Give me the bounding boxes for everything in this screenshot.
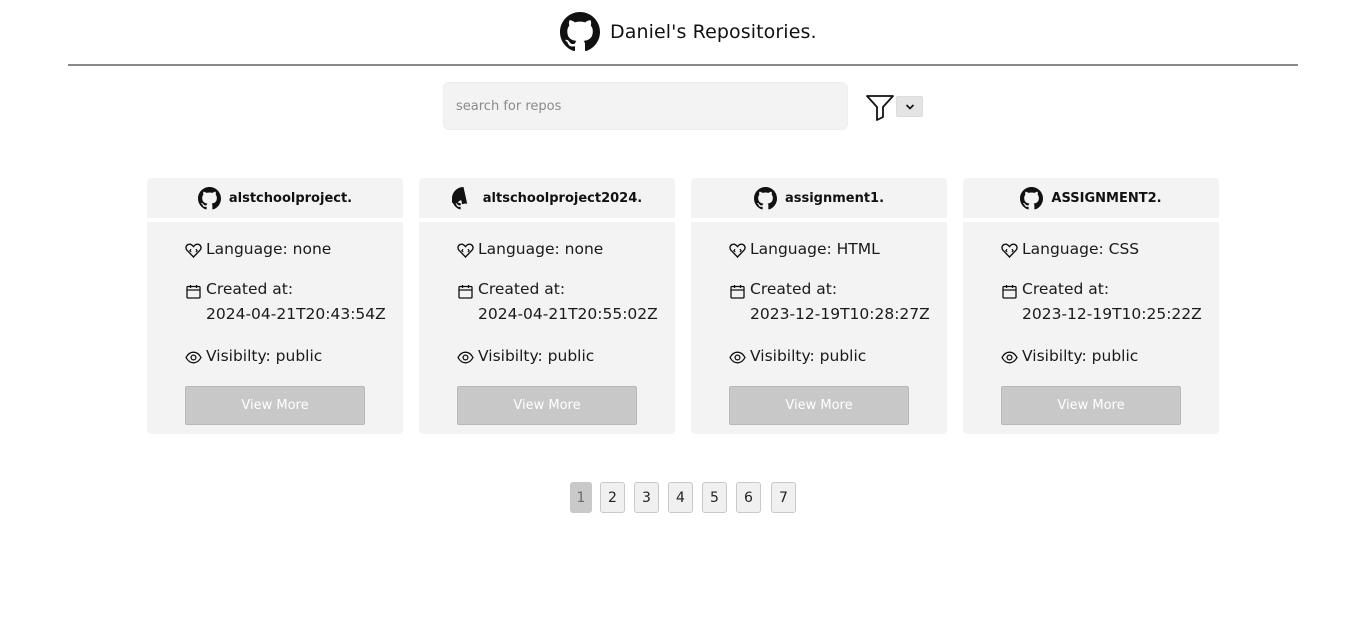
calendar-icon	[729, 283, 746, 300]
page-button-3[interactable]: 3	[634, 482, 659, 513]
repo-created: Created at: 2024-04-21T20:55:02Z	[457, 280, 658, 327]
heart-code-icon	[457, 242, 474, 259]
repo-created-label: Created at:	[478, 280, 566, 298]
page-button-2[interactable]: 2	[600, 482, 625, 513]
repo-visibility: Visibilty: public	[729, 347, 866, 366]
repo-card-header: alstchoolproject.	[147, 178, 403, 218]
repo-card-body: Language: HTML Created at: 2023-12-19T10…	[691, 222, 947, 434]
github-icon	[197, 186, 221, 210]
repo-created: Created at: 2023-12-19T10:25:22Z	[1001, 280, 1202, 327]
filter-icon[interactable]	[865, 93, 895, 121]
heart-code-icon	[729, 242, 746, 259]
repo-card: ASSIGNMENT2. Language: CSS Created at: 2…	[963, 178, 1219, 434]
chevron-down-icon	[905, 103, 914, 110]
repo-created-label: Created at:	[750, 280, 838, 298]
repo-visibility: Visibilty: public	[457, 347, 594, 366]
repo-visibility-text: Visibilty: public	[1022, 347, 1139, 365]
repo-visibility: Visibilty: public	[1001, 347, 1138, 366]
heart-code-icon	[1001, 242, 1018, 259]
eye-icon	[457, 349, 474, 366]
repo-language: Language: CSS	[1001, 240, 1139, 259]
repo-visibility-text: Visibilty: public	[206, 347, 323, 365]
repo-language-text: Language: HTML	[750, 240, 880, 258]
repo-card: alstchoolproject. Language: none Created…	[147, 178, 403, 434]
calendar-icon	[1001, 283, 1018, 300]
repo-visibility-text: Visibilty: public	[478, 347, 595, 365]
repo-card-body: Language: CSS Created at: 2023-12-19T10:…	[963, 222, 1219, 434]
search-bar	[443, 82, 933, 130]
view-more-button[interactable]: View More	[729, 386, 909, 425]
page-button-6[interactable]: 6	[736, 482, 761, 513]
page-button-1[interactable]: 1	[570, 482, 592, 513]
calendar-icon	[185, 283, 202, 300]
github-icon	[560, 12, 600, 52]
eye-icon	[729, 349, 746, 366]
repo-created-label: Created at:	[1022, 280, 1110, 298]
repo-card-body: Language: none Created at: 2024-04-21T20…	[147, 222, 403, 434]
repo-card-body: Language: none Created at: 2024-04-21T20…	[419, 222, 675, 434]
page-title: Daniel's Repositories.	[610, 21, 817, 43]
repo-language-text: Language: none	[478, 240, 604, 258]
search-input[interactable]	[443, 82, 848, 130]
github-icon	[1020, 186, 1044, 210]
repo-card-header: assignment1.	[691, 178, 947, 218]
repo-language: Language: none	[457, 240, 603, 259]
repo-name: alstchoolproject.	[228, 190, 353, 206]
eye-icon	[185, 349, 202, 366]
repo-name: assignment1.	[784, 190, 885, 206]
repo-created-date: 2023-12-19T10:28:27Z	[750, 305, 930, 323]
page-button-5[interactable]: 5	[702, 482, 727, 513]
repo-card-header: ASSIGNMENT2.	[963, 178, 1219, 218]
view-more-button[interactable]: View More	[457, 386, 637, 425]
repo-created-date: 2023-12-19T10:25:22Z	[1022, 305, 1202, 323]
repo-card: altschoolproject2024. Language: none Cre…	[419, 178, 675, 434]
repo-name: altschoolproject2024.	[482, 190, 643, 206]
github-icon	[753, 186, 777, 210]
repo-created-label: Created at:	[206, 280, 294, 298]
repo-created: Created at: 2024-04-21T20:43:54Z	[185, 280, 386, 327]
page-button-4[interactable]: 4	[668, 482, 693, 513]
repo-card-grid: alstchoolproject. Language: none Created…	[147, 178, 1219, 434]
repo-name: ASSIGNMENT2.	[1051, 190, 1162, 206]
repo-language-text: Language: CSS	[1022, 240, 1140, 258]
view-more-button[interactable]: View More	[1001, 386, 1181, 425]
page-button-7[interactable]: 7	[771, 482, 796, 513]
repo-created-date: 2024-04-21T20:43:54Z	[206, 305, 386, 323]
repo-language-text: Language: none	[206, 240, 332, 258]
repo-language: Language: none	[185, 240, 331, 259]
repo-card-header: altschoolproject2024.	[419, 178, 675, 218]
repo-visibility-text: Visibilty: public	[750, 347, 867, 365]
header-title-group: Daniel's Repositories.	[560, 12, 817, 52]
calendar-icon	[457, 283, 474, 300]
view-more-button[interactable]: View More	[185, 386, 365, 425]
repo-created-date: 2024-04-21T20:55:02Z	[478, 305, 658, 323]
eye-icon	[1001, 349, 1018, 366]
heart-code-icon	[185, 242, 202, 259]
repo-created: Created at: 2023-12-19T10:28:27Z	[729, 280, 930, 327]
repo-visibility: Visibilty: public	[185, 347, 322, 366]
filter-dropdown[interactable]	[896, 96, 923, 117]
github-icon	[449, 186, 475, 210]
page-header: Daniel's Repositories.	[0, 0, 1366, 66]
header-divider	[68, 64, 1298, 66]
repo-language: Language: HTML	[729, 240, 880, 259]
repo-card: assignment1. Language: HTML Created at: …	[691, 178, 947, 434]
